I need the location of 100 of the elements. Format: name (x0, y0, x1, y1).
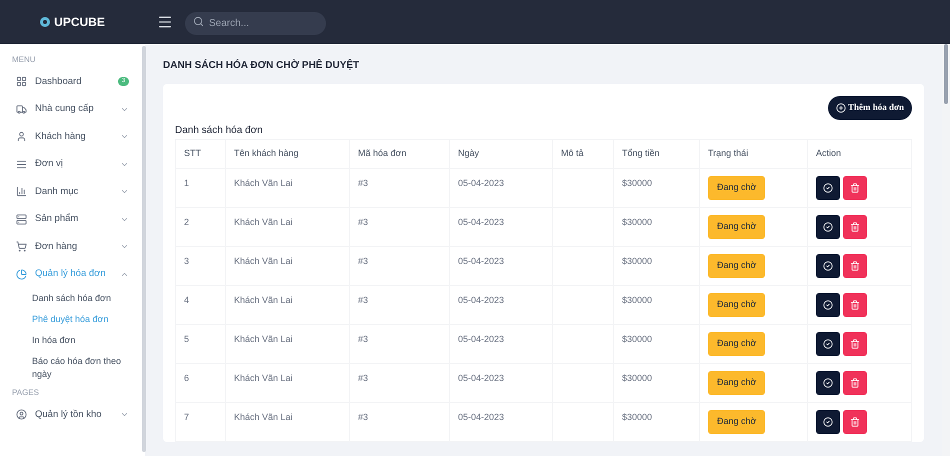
table-cell: Khách Vãn Lai (226, 364, 350, 402)
column-header: Mã hóa đơn (350, 140, 450, 168)
sidebar-item[interactable]: Sản phẩm (0, 206, 145, 233)
column-header: Ngày (450, 140, 552, 168)
cart-icon (16, 241, 27, 252)
table-cell: $30000 (614, 246, 700, 286)
server-icon (16, 214, 27, 225)
list-icon (16, 158, 27, 170)
truck-icon (16, 104, 27, 115)
table-cell: $30000 (614, 402, 700, 442)
status-badge: Đang chờ (708, 176, 766, 200)
delete-button[interactable] (843, 332, 867, 356)
column-header: Trạng thái (700, 140, 808, 168)
approve-button[interactable] (816, 410, 840, 434)
table-cell: 05-04-2023 (450, 324, 552, 364)
status-badge: Đang chờ (708, 410, 766, 434)
table-cell: $30000 (614, 208, 700, 246)
table-cell: Khách Vãn Lai (226, 324, 350, 364)
table-cell: $30000 (614, 286, 700, 324)
submenu-item[interactable]: In hóa đơn (0, 330, 145, 351)
table-cell: 5 (176, 324, 226, 364)
delete-button[interactable] (843, 371, 867, 395)
table-cell: #3 (350, 168, 450, 208)
delete-button[interactable] (843, 293, 867, 317)
table-cell: #3 (350, 324, 450, 364)
user-icon (16, 131, 27, 142)
approve-button[interactable] (816, 293, 840, 317)
delete-button[interactable] (843, 176, 867, 200)
check-circle-icon (823, 300, 833, 310)
table-cell: 05-04-2023 (450, 168, 552, 208)
table-cell: #3 (350, 208, 450, 246)
table-cell: $30000 (614, 324, 700, 364)
table-cell: $30000 (614, 364, 700, 402)
table-cell: $30000 (614, 168, 700, 208)
check-circle-icon (823, 222, 833, 232)
check-circle-icon (823, 261, 833, 271)
section-title: MENU (11, 54, 37, 66)
approve-button[interactable] (816, 254, 840, 278)
table-cell: 05-04-2023 (450, 286, 552, 324)
delete-button[interactable] (843, 215, 867, 239)
delete-button[interactable] (843, 254, 867, 278)
approve-button[interactable] (816, 176, 840, 200)
table-cell: #3 (350, 402, 450, 442)
table-cell: 05-04-2023 (450, 364, 552, 402)
trash-icon (850, 339, 860, 349)
check-circle-icon (823, 417, 833, 427)
sidebar-item[interactable]: Nhà cung cấp (0, 96, 145, 123)
check-circle-icon (823, 378, 833, 388)
menu-icon[interactable] (157, 14, 173, 30)
sidebar-item[interactable]: Đơn vị (0, 150, 145, 178)
approve-button[interactable] (816, 332, 840, 356)
status-badge: Đang chờ (708, 254, 766, 278)
table-cell: #3 (350, 364, 450, 402)
status-badge: Đang chờ (708, 371, 766, 395)
scrollbar[interactable] (142, 46, 146, 452)
sidebar-item[interactable]: Danh mục (0, 178, 145, 206)
column-header: STT (176, 140, 226, 168)
table-cell: 7 (176, 402, 226, 442)
scrollbar[interactable] (944, 44, 948, 104)
table-cell: 6 (176, 364, 226, 402)
table-cell: Khách Vãn Lai (226, 402, 350, 442)
table-cell: 1 (176, 168, 226, 208)
brand-name: UPCUBE (54, 14, 105, 31)
approve-button[interactable] (816, 215, 840, 239)
bar-chart-icon (16, 186, 27, 198)
table-cell: Khách Vãn Lai (226, 286, 350, 324)
trash-icon (850, 183, 860, 193)
trash-icon (850, 378, 860, 388)
table-cell: #3 (350, 246, 450, 286)
table-cell: Khách Vãn Lai (226, 168, 350, 208)
sidebar-item[interactable]: Khách hàng (0, 123, 145, 150)
user-circle-icon (16, 409, 27, 420)
column-header: Tổng tiền (614, 140, 700, 168)
column-header: Mô tả (552, 140, 614, 168)
table-cell: Khách Vãn Lai (226, 208, 350, 246)
section-title: PAGES (11, 387, 40, 399)
page-title: DANH SÁCH HÓA ĐƠN CHỜ PHÊ DUYỆT (163, 58, 360, 72)
submenu-item[interactable]: Danh sách hóa đơn (0, 288, 145, 309)
approve-button[interactable] (816, 371, 840, 395)
trash-icon (850, 300, 860, 310)
plus-circle-icon (836, 103, 846, 113)
sidebar-item[interactable]: Quản lý tồn kho (0, 401, 145, 428)
table-cell: 2 (176, 208, 226, 246)
sidebar-item[interactable]: Đơn hàng (0, 233, 145, 260)
submenu-item[interactable]: Báo cáo hóa đơn theo ngày (0, 351, 145, 385)
table-cell: 3 (176, 246, 226, 286)
trash-icon (850, 222, 860, 232)
delete-button[interactable] (843, 410, 867, 434)
trash-icon (850, 417, 860, 427)
table-cell: Khách Vãn Lai (226, 246, 350, 286)
column-header: Action (808, 140, 912, 168)
trash-icon (850, 261, 860, 271)
search-field[interactable]: Search... (185, 12, 326, 34)
column-header: Tên khách hàng (226, 140, 350, 168)
table-title: Danh sách hóa đơn (175, 124, 264, 137)
add-invoice-button[interactable]: Thêm hóa đơn (828, 96, 912, 120)
check-circle-icon (823, 183, 833, 193)
search-icon (193, 16, 204, 26)
table-cell: 05-04-2023 (450, 402, 552, 442)
check-circle-icon (823, 339, 833, 349)
